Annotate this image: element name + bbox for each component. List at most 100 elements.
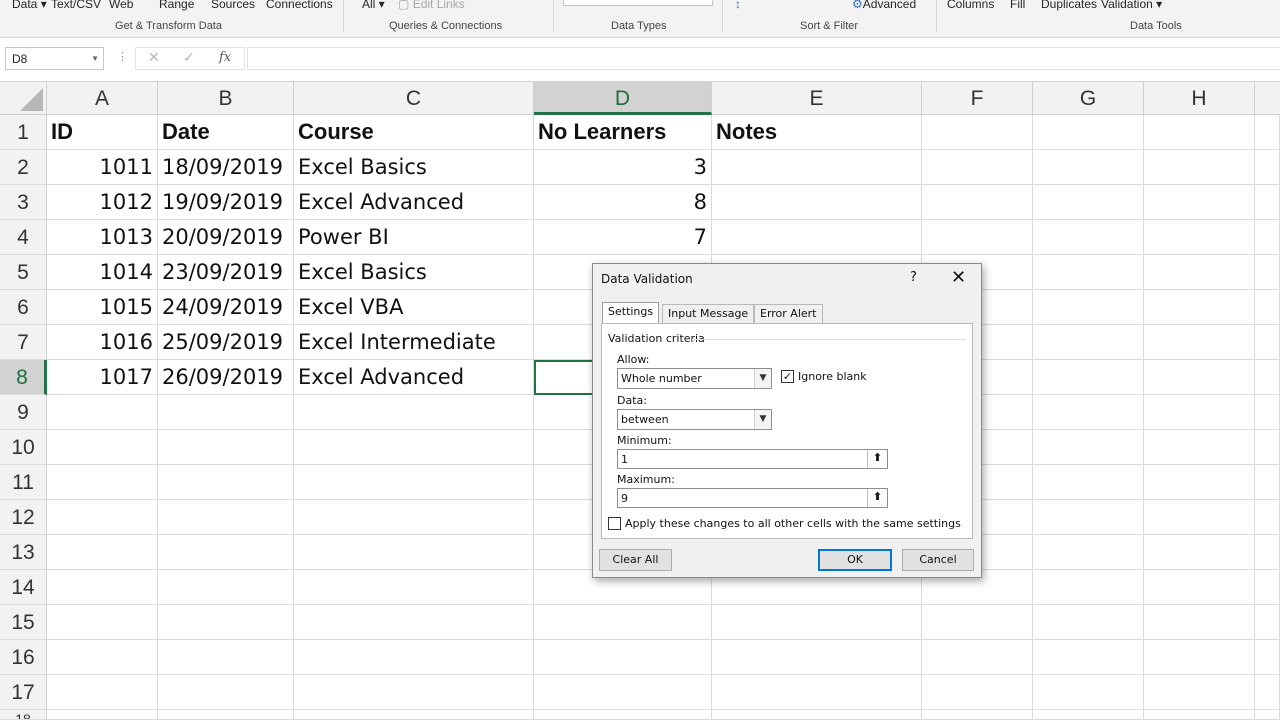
- row-header[interactable]: 1: [0, 115, 47, 150]
- column-header-i[interactable]: [1255, 82, 1280, 115]
- collapse-dialog-icon[interactable]: ⬆: [867, 489, 887, 507]
- ribbon-get-data-button[interactable]: Data ▾: [12, 0, 47, 11]
- cell-c17[interactable]: [294, 675, 534, 710]
- cell-b12[interactable]: [158, 500, 294, 535]
- ribbon-sources-button[interactable]: Sources: [211, 0, 255, 11]
- cell-g14[interactable]: [1033, 570, 1144, 605]
- row-header[interactable]: 10: [0, 430, 47, 465]
- cell-f17[interactable]: [922, 675, 1033, 710]
- row-header[interactable]: 9: [0, 395, 47, 430]
- row-header[interactable]: 6: [0, 290, 47, 325]
- ribbon-flash-fill-button[interactable]: Fill: [1010, 0, 1025, 11]
- cell-i6[interactable]: [1255, 290, 1280, 325]
- cell-c3[interactable]: Excel Advanced: [294, 185, 534, 220]
- row-header[interactable]: 11: [0, 465, 47, 500]
- cell-i18[interactable]: [1255, 710, 1280, 720]
- cell-i1[interactable]: [1255, 115, 1280, 150]
- cell-g2[interactable]: [1033, 150, 1144, 185]
- cell-b18[interactable]: [158, 710, 294, 720]
- cell-a6[interactable]: 1015: [47, 290, 158, 325]
- cell-e18[interactable]: [712, 710, 922, 720]
- cell-c4[interactable]: Power BI: [294, 220, 534, 255]
- chevron-down-icon[interactable]: ▼: [754, 410, 771, 429]
- enter-icon[interactable]: ✓: [183, 49, 195, 66]
- tab-settings[interactable]: Settings: [602, 302, 660, 324]
- row-header[interactable]: 4: [0, 220, 47, 255]
- ribbon-connections-button[interactable]: Connections: [266, 0, 333, 11]
- cell-a16[interactable]: [47, 640, 158, 675]
- cell-a18[interactable]: [47, 710, 158, 720]
- row-header[interactable]: 15: [0, 605, 47, 640]
- cell-c2[interactable]: Excel Basics: [294, 150, 534, 185]
- formula-input[interactable]: [247, 47, 1280, 70]
- row-header[interactable]: 17: [0, 675, 47, 710]
- cell-f4[interactable]: [922, 220, 1033, 255]
- cell-c18[interactable]: [294, 710, 534, 720]
- cell-i9[interactable]: [1255, 395, 1280, 430]
- cell-b2[interactable]: 18/09/2019: [158, 150, 294, 185]
- cell-f18[interactable]: [922, 710, 1033, 720]
- cell-a11[interactable]: [47, 465, 158, 500]
- row-header[interactable]: 12: [0, 500, 47, 535]
- cell-c7[interactable]: Excel Intermediate: [294, 325, 534, 360]
- name-box[interactable]: D8 ▼: [5, 47, 104, 70]
- cell-c13[interactable]: [294, 535, 534, 570]
- cell-g12[interactable]: [1033, 500, 1144, 535]
- cell-i11[interactable]: [1255, 465, 1280, 500]
- cell-c6[interactable]: Excel VBA: [294, 290, 534, 325]
- cell-i7[interactable]: [1255, 325, 1280, 360]
- cell-b7[interactable]: 25/09/2019: [158, 325, 294, 360]
- cell-a5[interactable]: 1014: [47, 255, 158, 290]
- cell-f3[interactable]: [922, 185, 1033, 220]
- row-header[interactable]: 7: [0, 325, 47, 360]
- cell-a1[interactable]: ID: [47, 115, 158, 150]
- cancel-button[interactable]: Cancel: [902, 549, 974, 571]
- cell-c8[interactable]: Excel Advanced: [294, 360, 534, 395]
- chevron-down-icon[interactable]: ▼: [91, 54, 99, 63]
- cell-a14[interactable]: [47, 570, 158, 605]
- cell-h3[interactable]: [1144, 185, 1255, 220]
- ribbon-remove-duplicates-button[interactable]: Duplicates: [1041, 0, 1097, 11]
- cell-h9[interactable]: [1144, 395, 1255, 430]
- cell-h6[interactable]: [1144, 290, 1255, 325]
- cell-b5[interactable]: 23/09/2019: [158, 255, 294, 290]
- row-header[interactable]: 2: [0, 150, 47, 185]
- cell-h4[interactable]: [1144, 220, 1255, 255]
- cell-c16[interactable]: [294, 640, 534, 675]
- column-header-f[interactable]: F: [922, 82, 1033, 115]
- column-header-a[interactable]: A: [47, 82, 158, 115]
- cell-g4[interactable]: [1033, 220, 1144, 255]
- ribbon-refresh-all-button[interactable]: All ▾: [362, 0, 385, 11]
- cell-i2[interactable]: [1255, 150, 1280, 185]
- cell-h15[interactable]: [1144, 605, 1255, 640]
- cell-c5[interactable]: Excel Basics: [294, 255, 534, 290]
- cell-f15[interactable]: [922, 605, 1033, 640]
- cell-a10[interactable]: [47, 430, 158, 465]
- cell-g3[interactable]: [1033, 185, 1144, 220]
- cell-h16[interactable]: [1144, 640, 1255, 675]
- maximum-field[interactable]: 9 ⬆: [617, 488, 888, 508]
- chevron-down-icon[interactable]: ▼: [754, 369, 771, 388]
- cell-g7[interactable]: [1033, 325, 1144, 360]
- cell-h13[interactable]: [1144, 535, 1255, 570]
- function-icon[interactable]: fx: [219, 50, 231, 65]
- cell-b14[interactable]: [158, 570, 294, 605]
- cell-i17[interactable]: [1255, 675, 1280, 710]
- allow-select[interactable]: Whole number ▼: [617, 368, 772, 389]
- cell-c9[interactable]: [294, 395, 534, 430]
- cell-g8[interactable]: [1033, 360, 1144, 395]
- cell-i10[interactable]: [1255, 430, 1280, 465]
- cell-f16[interactable]: [922, 640, 1033, 675]
- column-header-g[interactable]: G: [1033, 82, 1144, 115]
- cell-h14[interactable]: [1144, 570, 1255, 605]
- cell-g10[interactable]: [1033, 430, 1144, 465]
- cell-i15[interactable]: [1255, 605, 1280, 640]
- cell-g17[interactable]: [1033, 675, 1144, 710]
- cell-e3[interactable]: [712, 185, 922, 220]
- column-header-e[interactable]: E: [712, 82, 922, 115]
- cell-h8[interactable]: [1144, 360, 1255, 395]
- cell-g9[interactable]: [1033, 395, 1144, 430]
- data-operator-select[interactable]: between ▼: [617, 409, 772, 430]
- cell-a12[interactable]: [47, 500, 158, 535]
- cell-h10[interactable]: [1144, 430, 1255, 465]
